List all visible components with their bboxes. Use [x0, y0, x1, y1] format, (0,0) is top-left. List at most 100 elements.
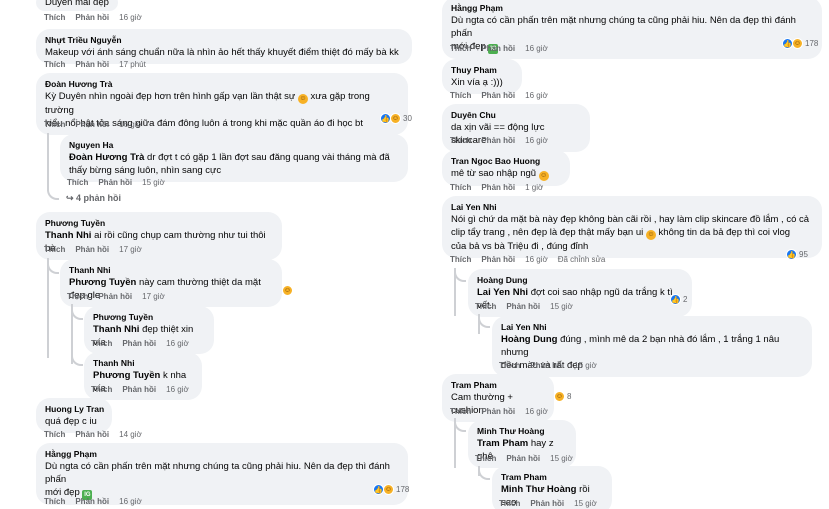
like-button[interactable]: Thích: [91, 339, 112, 348]
reply-button[interactable]: Phản hồi: [75, 120, 109, 129]
like-button[interactable]: Thích: [44, 245, 65, 254]
reply-button[interactable]: Phản hồi: [481, 407, 515, 416]
comment-author[interactable]: Nguyen Ha: [69, 139, 399, 151]
mention-link[interactable]: Hoàng Dung: [501, 334, 557, 345]
mention-link[interactable]: Lai Yen Nhi: [477, 287, 528, 298]
mention-link[interactable]: Phương Tuyền: [93, 370, 160, 381]
comment-author[interactable]: Thuy Pham: [451, 64, 513, 76]
comment-time: 16 giờ: [119, 497, 142, 506]
haha-reaction-icon: ☺: [554, 391, 565, 402]
like-button[interactable]: Thích: [91, 385, 112, 394]
reply-button[interactable]: Phản hồi: [122, 339, 156, 348]
comment-author[interactable]: Lai Yen Nhi: [451, 201, 813, 213]
comment-time: 15 giờ: [574, 361, 597, 370]
comment-text: Đoàn Hương Trà dr đợt t có gặp 1 lần đợt…: [69, 151, 399, 164]
comment-author[interactable]: Lai Yen Nhi: [501, 321, 803, 333]
like-button[interactable]: Thích: [67, 292, 88, 301]
like-button[interactable]: Thích: [44, 120, 65, 129]
reaction-count[interactable]: 👍 2: [670, 294, 687, 305]
comment-time: 1 giờ: [525, 183, 544, 192]
comment-bubble: Nhựt Triều Nguyễn Makeup với ánh sáng ch…: [36, 29, 412, 64]
comment-actions: Thích Phản hồi 16 giờ: [91, 339, 199, 349]
mention-link[interactable]: Tram Pham: [477, 438, 528, 449]
comment-author[interactable]: Thanh Nhi: [93, 357, 193, 369]
like-button[interactable]: Thích: [44, 430, 65, 439]
comment-actions: Thích Phản hồi 16 giờ: [91, 385, 199, 395]
comment-author[interactable]: Nhựt Triều Nguyễn: [45, 34, 403, 46]
comment-author[interactable]: Tram Pham: [451, 379, 545, 391]
reply-button[interactable]: Phản hồi: [98, 178, 132, 187]
comment-time: 16 giờ: [119, 120, 142, 129]
view-more-replies-link[interactable]: ↪ 4 phản hồi: [66, 193, 121, 204]
like-button[interactable]: Thích: [67, 178, 88, 187]
reply-button[interactable]: Phản hồi: [481, 91, 515, 100]
comment-author[interactable]: Phương Tuyền: [45, 217, 273, 229]
like-button[interactable]: Thích: [44, 13, 65, 22]
like-button[interactable]: Thích: [499, 361, 520, 370]
comment-author[interactable]: Duyên Chu: [451, 109, 581, 121]
comment-author[interactable]: Phương Tuyền: [93, 311, 205, 323]
reaction-count[interactable]: 👍 95: [786, 249, 808, 260]
reply-button[interactable]: Phản hồi: [530, 499, 564, 508]
thread-elbow: [47, 180, 59, 200]
reply-button[interactable]: Phản hồi: [75, 430, 109, 439]
comment-time: 17 phút: [119, 60, 146, 69]
reply-button[interactable]: Phản hồi: [481, 255, 515, 264]
mention-link[interactable]: Đoàn Hương Trà: [69, 152, 144, 163]
comment-author[interactable]: Hằngg Phạm: [45, 448, 399, 460]
reply-button[interactable]: Phản hồi: [530, 361, 564, 370]
reaction-count[interactable]: ☺: [282, 285, 293, 296]
like-button[interactable]: Thích: [450, 407, 471, 416]
reply-button[interactable]: Phản hồi: [506, 454, 540, 463]
like-button[interactable]: Thích: [475, 454, 496, 463]
reply-button[interactable]: Phản hồi: [75, 497, 109, 506]
like-button[interactable]: Thích: [450, 183, 471, 192]
comment-author[interactable]: Tran Ngoc Bao Huong: [451, 155, 561, 167]
reply-button[interactable]: Phản hồi: [481, 44, 515, 53]
comment-actions: Thích Phản hồi 15 giờ: [67, 178, 175, 188]
like-button[interactable]: Thích: [450, 136, 471, 145]
comment-author[interactable]: Đoàn Hương Trà: [45, 78, 399, 90]
mention-link[interactable]: Thanh Nhi: [45, 230, 91, 241]
comment-bubble: Tran Ngoc Bao Huong mê từ sao nhập ngũ ☺: [442, 150, 570, 186]
mention-link[interactable]: Minh Thư Hoàng: [501, 484, 576, 495]
comment-author[interactable]: Minh Thư Hoàng: [477, 425, 567, 437]
reaction-count[interactable]: 👍 ☺ 30: [380, 113, 412, 124]
reply-button[interactable]: Phản hồi: [481, 136, 515, 145]
like-button[interactable]: Thích: [499, 499, 520, 508]
comment-author[interactable]: Huong Ly Tran: [45, 403, 104, 415]
reply-button[interactable]: Phản hồi: [75, 245, 109, 254]
comment-time: 14 giờ: [119, 430, 142, 439]
like-button[interactable]: Thích: [44, 497, 65, 506]
mention-link[interactable]: Phương Tuyền: [69, 277, 136, 288]
comment-time: 15 giờ: [142, 178, 165, 187]
reply-button[interactable]: Phản hồi: [122, 385, 156, 394]
like-button[interactable]: Thích: [44, 60, 65, 69]
more-replies-label: 4 phản hồi: [76, 193, 122, 203]
thread-elbow: [478, 466, 490, 480]
comment-time: 15 giờ: [550, 454, 573, 463]
comment-author[interactable]: Hằngg Phạm: [451, 2, 813, 14]
reaction-number: 30: [403, 114, 412, 123]
mention-link[interactable]: Thanh Nhi: [93, 324, 139, 335]
comment-author[interactable]: Thanh Nhi: [69, 264, 273, 276]
comment-actions: Thích Phản hồi 16 giờ: [44, 120, 152, 130]
reaction-count[interactable]: ☺ 8: [554, 391, 571, 402]
like-button[interactable]: Thích: [450, 255, 471, 264]
reaction-count[interactable]: 👍 ☺ 178: [373, 484, 409, 495]
comment-author[interactable]: Hoàng Dung: [477, 274, 683, 286]
reply-button[interactable]: Phản hồi: [506, 302, 540, 311]
reply-button[interactable]: Phản hồi: [75, 60, 109, 69]
comment-time: 16 giờ: [525, 91, 548, 100]
comment-bubble: Thuy Pham Xin vía ạ :))): [442, 59, 522, 94]
like-button[interactable]: Thích: [450, 44, 471, 53]
like-button[interactable]: Thích: [475, 302, 496, 311]
reply-button[interactable]: Phản hồi: [98, 292, 132, 301]
reply-button[interactable]: Phản hồi: [75, 13, 109, 22]
comment-author[interactable]: Tram Pham: [501, 471, 603, 483]
comment-text: Makeup với ánh sáng chuẩn nữa là nhìn ảo…: [45, 47, 399, 58]
reaction-count[interactable]: 👍 ☺ 178: [782, 38, 818, 49]
reply-button[interactable]: Phản hồi: [481, 183, 515, 192]
comment-text: quá đẹp c iu: [45, 416, 97, 427]
like-button[interactable]: Thích: [450, 91, 471, 100]
